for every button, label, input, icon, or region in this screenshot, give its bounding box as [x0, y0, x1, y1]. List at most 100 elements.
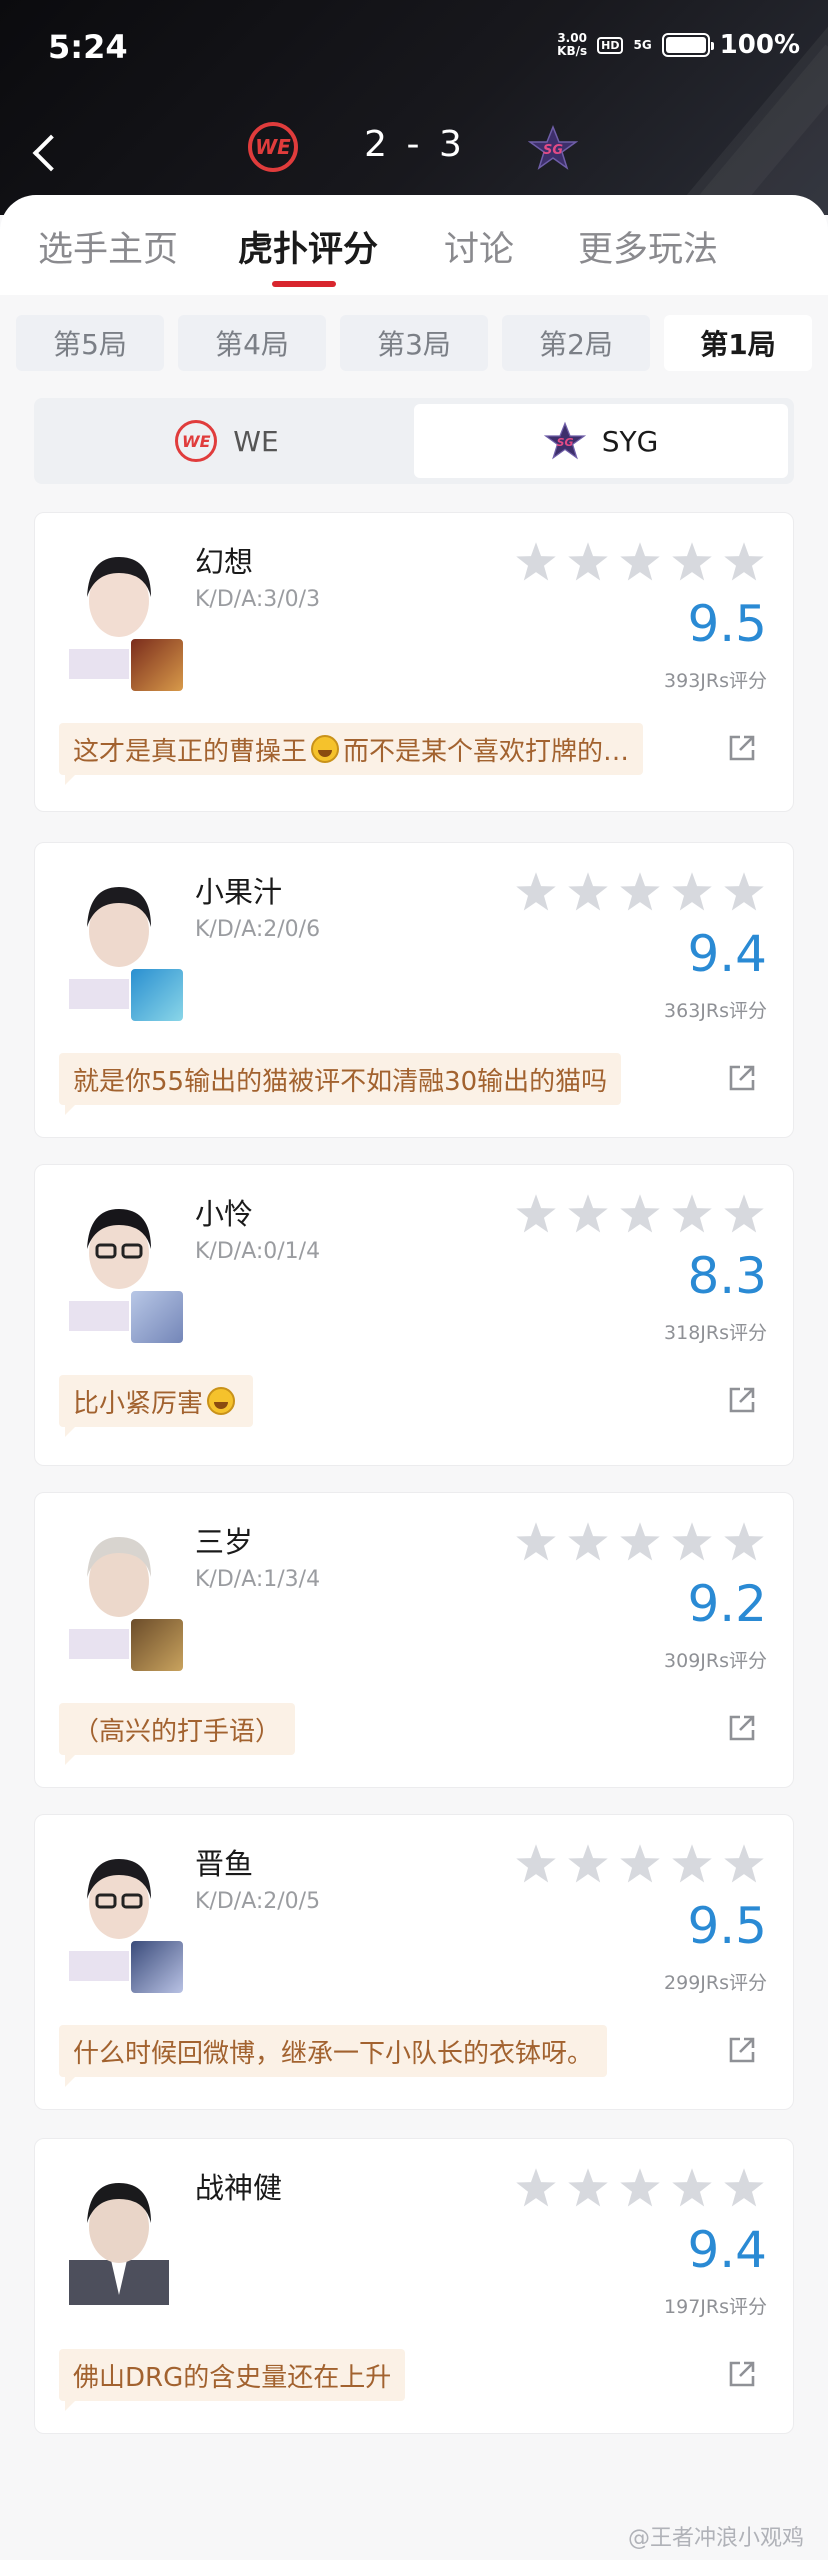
star-icon[interactable] — [672, 2168, 712, 2207]
star-icon[interactable] — [724, 1844, 764, 1883]
player-name: 三岁 — [195, 1525, 254, 1559]
star-icon[interactable] — [568, 1522, 608, 1561]
star-icon[interactable] — [724, 542, 764, 581]
share-icon[interactable] — [727, 2359, 757, 2389]
star-icon[interactable] — [620, 1522, 660, 1561]
top-comment[interactable]: 比小紧厉害 — [59, 1375, 254, 1427]
star-icon[interactable] — [724, 2168, 764, 2207]
rating-stars[interactable] — [515, 1843, 765, 1885]
star-icon[interactable] — [620, 2168, 660, 2207]
rating-stars[interactable] — [515, 1193, 765, 1235]
round-2-button[interactable]: 第2局 — [502, 315, 650, 371]
svg-text:SG: SG — [543, 143, 563, 158]
star-icon[interactable] — [672, 542, 712, 581]
round-3-button[interactable]: 第3局 — [340, 315, 488, 371]
player-card[interactable]: 晋鱼 K/D/A:2/0/5 9.5 299JRs评分 什么时候回微博，继承一下… — [34, 1814, 794, 2110]
rater-count: 197JRs评分 — [664, 2296, 767, 2318]
rating-stars[interactable] — [515, 541, 765, 583]
star-icon[interactable] — [672, 1194, 712, 1233]
watermark: @王者冲浪小观鸡 — [627, 2526, 804, 2551]
rating-stars[interactable] — [515, 2167, 765, 2209]
star-icon[interactable] — [568, 2168, 608, 2207]
back-arrow-icon[interactable] — [32, 134, 70, 172]
star-icon[interactable] — [672, 872, 712, 911]
rater-count: 309JRs评分 — [664, 1650, 767, 1672]
match-header: 5:24 3.00 KB/s HD 5G 100% WE 2 - 3 SG — [0, 0, 828, 215]
we-logo-icon: WE — [175, 420, 218, 462]
top-comment[interactable]: 这才是真正的曹操王 而不是某个喜欢打牌的… — [59, 723, 644, 775]
share-icon[interactable] — [727, 1063, 757, 1093]
share-icon[interactable] — [727, 1385, 757, 1415]
team-syg-button[interactable]: SG SYG — [414, 404, 788, 478]
tab-discussion[interactable]: 讨论 — [444, 221, 514, 272]
player-card[interactable]: 小怜 K/D/A:0/1/4 8.3 318JRs评分 比小紧厉害 — [34, 1164, 794, 1466]
top-comment[interactable]: 佛山DRG的含史量还在上升 — [59, 2349, 406, 2401]
tab-bar: 选手主页 虎扑评分 讨论 更多玩法 — [0, 195, 828, 295]
network-speed: 3.00 KB/s — [557, 32, 587, 58]
star-icon[interactable] — [568, 1194, 608, 1233]
tab-more-games[interactable]: 更多玩法 — [578, 221, 718, 272]
round-5-button[interactable]: 第5局 — [16, 315, 164, 371]
laughing-emoji-icon — [207, 1387, 236, 1415]
top-comment[interactable]: 就是你55输出的猫被评不如清融30输出的猫吗 — [59, 1053, 622, 1105]
comment-text: 佛山DRG的含史量还在上升 — [73, 2362, 392, 2393]
comment-text-continued: 而不是某个喜欢打牌的… — [343, 736, 630, 767]
star-icon[interactable] — [620, 1194, 660, 1233]
player-kda: K/D/A:2/0/5 — [195, 1889, 321, 1914]
rating-stars[interactable] — [515, 1521, 765, 1563]
player-rating: 9.2 — [687, 1575, 767, 1633]
signal-icon: 5G — [633, 38, 652, 52]
star-icon[interactable] — [568, 1844, 608, 1883]
star-icon[interactable] — [516, 1844, 556, 1883]
star-icon[interactable] — [568, 542, 608, 581]
rating-stars[interactable] — [515, 871, 765, 913]
network-speed-unit: KB/s — [557, 44, 588, 58]
comment-text: 这才是真正的曹操王 — [73, 736, 308, 767]
player-card[interactable]: 战神健 9.4 197JRs评分 佛山DRG的含史量还在上升 — [34, 2138, 794, 2434]
comment-text: 就是你55输出的猫被评不如清融30输出的猫吗 — [73, 1066, 608, 1097]
top-comment[interactable]: 什么时候回微博，继承一下小队长的衣钵呀。 — [59, 2025, 608, 2077]
player-rating: 8.3 — [687, 1247, 767, 1305]
hero-icon — [129, 1617, 185, 1673]
comment-text: 比小紧厉害 — [73, 1388, 204, 1419]
star-icon[interactable] — [568, 872, 608, 911]
player-name: 幻想 — [195, 545, 254, 579]
star-icon[interactable] — [516, 2168, 556, 2207]
comment-text: 什么时候回微博，继承一下小队长的衣钵呀。 — [73, 2038, 594, 2069]
player-card[interactable]: 幻想 K/D/A:3/0/3 9.5 393JRs评分 这才是真正的曹操王 而不… — [34, 512, 794, 812]
hero-icon — [129, 1939, 185, 1995]
star-icon[interactable] — [516, 1194, 556, 1233]
star-icon[interactable] — [672, 1522, 712, 1561]
player-card[interactable]: 三岁 K/D/A:1/3/4 9.2 309JRs评分 （高兴的打手语） — [34, 1492, 794, 1788]
tab-player-home[interactable]: 选手主页 — [38, 221, 178, 272]
star-icon[interactable] — [516, 1522, 556, 1561]
team-we-button[interactable]: WE WE — [40, 404, 414, 478]
star-icon[interactable] — [724, 1522, 764, 1561]
player-rating: 9.4 — [687, 2221, 767, 2279]
team-toggle: WE WE SG SYG — [34, 398, 794, 484]
star-icon[interactable] — [516, 542, 556, 581]
player-card[interactable]: 小果汁 K/D/A:2/0/6 9.4 363JRs评分 就是你55输出的猫被评… — [34, 842, 794, 1138]
laughing-emoji-icon — [311, 735, 340, 763]
star-icon[interactable] — [620, 542, 660, 581]
player-rating: 9.4 — [687, 925, 767, 983]
star-icon[interactable] — [620, 1844, 660, 1883]
star-icon[interactable] — [672, 1844, 712, 1883]
rater-count: 318JRs评分 — [664, 1322, 767, 1344]
tab-hupu-rating[interactable]: 虎扑评分 — [238, 221, 378, 272]
top-comment[interactable]: （高兴的打手语） — [59, 1703, 296, 1755]
syg-logo-icon: SG — [543, 421, 586, 460]
star-icon[interactable] — [620, 872, 660, 911]
team-a-logo: WE — [248, 122, 298, 172]
star-icon[interactable] — [724, 1194, 764, 1233]
star-icon[interactable] — [516, 872, 556, 911]
round-1-button[interactable]: 第1局 — [664, 315, 812, 371]
star-icon[interactable] — [724, 872, 764, 911]
comment-text: （高兴的打手语） — [73, 1716, 282, 1747]
hero-icon — [129, 637, 185, 693]
round-4-button[interactable]: 第4局 — [178, 315, 326, 371]
player-rating: 9.5 — [687, 1897, 767, 1955]
share-icon[interactable] — [727, 733, 757, 763]
share-icon[interactable] — [727, 2035, 757, 2065]
share-icon[interactable] — [727, 1713, 757, 1743]
